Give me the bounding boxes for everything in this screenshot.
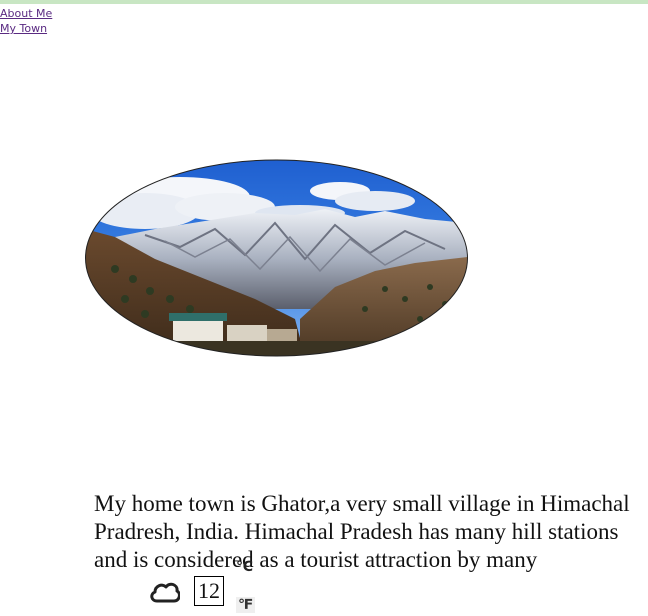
weather-widget: 12 ℃ ℉ xyxy=(148,559,288,616)
top-nav: About Me My Town xyxy=(0,6,52,36)
nav-link-my-town[interactable]: My Town xyxy=(0,21,52,36)
temperature-value: 12 xyxy=(194,576,224,606)
fahrenheit-toggle[interactable]: ℉ xyxy=(236,597,256,613)
nav-link-about-me[interactable]: About Me xyxy=(0,6,52,21)
celsius-toggle[interactable]: ℃ xyxy=(236,559,253,575)
town-photo xyxy=(85,159,468,357)
mountain-landscape-image xyxy=(85,159,468,357)
cloud-icon xyxy=(150,582,180,603)
